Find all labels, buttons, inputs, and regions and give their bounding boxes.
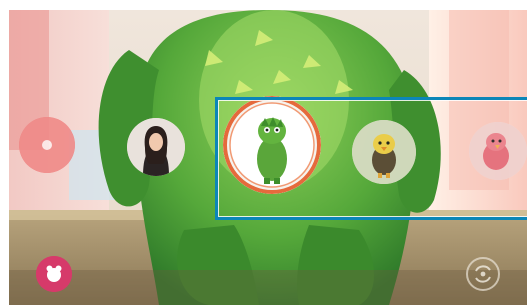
camera-screen	[0, 0, 527, 305]
avatar-my-emoji[interactable]	[127, 118, 185, 176]
effect-shortcut-button[interactable]	[19, 117, 75, 173]
camera-bottom-bar	[9, 236, 527, 305]
sticker-icon	[36, 256, 72, 292]
camera-preview	[9, 10, 527, 305]
avatar-selection-highlight	[215, 97, 527, 220]
effect-icon	[19, 117, 75, 173]
switch-camera-button[interactable]	[465, 256, 501, 292]
human-avatar-icon	[127, 118, 185, 176]
sticker-button[interactable]	[36, 256, 72, 292]
switch-camera-icon	[466, 257, 500, 291]
